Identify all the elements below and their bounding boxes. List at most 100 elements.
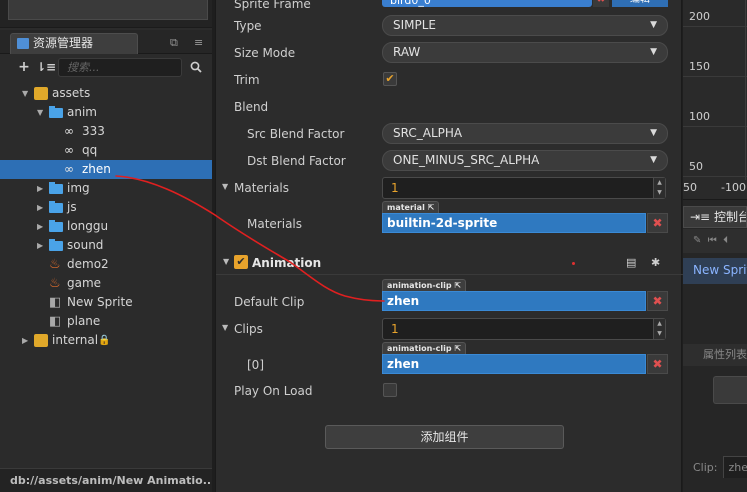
- tree-item-label: zhen: [82, 162, 111, 176]
- number-stepper-icon[interactable]: ▲ ▼: [653, 178, 665, 198]
- asset-search-input[interactable]: 搜索...: [58, 58, 182, 77]
- materials-count-label[interactable]: ▼ Materials: [222, 181, 289, 195]
- dst-blend-select[interactable]: ONE_MINUS_SRC_ALPHA ▼: [382, 150, 668, 171]
- grid-line: [683, 176, 747, 177]
- help-book-icon[interactable]: ▤: [626, 256, 636, 269]
- add-component-button[interactable]: 添加组件: [325, 425, 564, 449]
- trim-checkbox[interactable]: ✔: [383, 72, 397, 86]
- tree-item[interactable]: ∞ 333: [0, 122, 212, 141]
- assets-tab[interactable]: 资源管理器: [10, 33, 138, 54]
- animation-enabled-checkbox[interactable]: ✔: [234, 255, 248, 269]
- materials-count-input[interactable]: 1 ▲ ▼: [382, 177, 666, 199]
- number-stepper-icon[interactable]: ▲ ▼: [653, 319, 665, 339]
- tree-item[interactable]: ▶ img: [0, 179, 212, 198]
- selected-node-item[interactable]: New Sprite: [683, 258, 747, 284]
- tree-item[interactable]: ♨ game: [0, 274, 212, 293]
- play-on-load-checkbox[interactable]: [383, 383, 397, 397]
- folder-icon: [49, 239, 63, 251]
- tree-item[interactable]: ∞ zhen: [0, 160, 212, 179]
- folder-icon: [49, 220, 63, 232]
- close-icon[interactable]: ✖: [647, 291, 668, 311]
- tree-item[interactable]: ◧ New Sprite: [0, 293, 212, 312]
- clip-0-value[interactable]: zhen: [382, 354, 646, 374]
- animation-clip-icon: ∞: [64, 124, 74, 138]
- tree-item[interactable]: ♨ demo2: [0, 255, 212, 274]
- clip-select-row: Clip: zhe: [683, 456, 747, 478]
- animation-clip-tag-label: animation-clip: [387, 281, 452, 290]
- chevron-down-icon: ▼: [650, 47, 657, 57]
- db-folder-icon: [34, 334, 48, 347]
- material-value[interactable]: builtin-2d-sprite: [382, 213, 646, 233]
- asset-path-status: db://assets/anim/New Animatio...: [0, 468, 212, 492]
- material-asset-field[interactable]: material ⇱ builtin-2d-sprite ✖: [382, 201, 668, 235]
- collapse-arrow-icon[interactable]: ▼: [223, 257, 229, 266]
- default-clip-field[interactable]: animation-clip ⇱ zhen ✖: [382, 279, 668, 313]
- db-folder-icon: [34, 87, 48, 100]
- assets-tab-bar: 资源管理器 ⧉ ≡: [0, 30, 212, 54]
- tree-item[interactable]: ▼ assets: [0, 84, 212, 103]
- gear-icon[interactable]: ✱: [651, 256, 660, 269]
- close-icon[interactable]: ✖: [647, 354, 668, 374]
- tree-item[interactable]: ▶ internal 🔒: [0, 331, 212, 350]
- play-on-load-label: Play On Load: [234, 384, 313, 398]
- graph-x-label: -100: [721, 181, 746, 194]
- sort-icon[interactable]: ⇂≡: [36, 60, 56, 74]
- popout-icon[interactable]: ⧉: [170, 36, 178, 50]
- expanded-arrow-icon[interactable]: ▼: [22, 84, 32, 103]
- prev-frame-icon[interactable]: ⏴: [723, 235, 728, 246]
- tree-item[interactable]: ▶ js: [0, 198, 212, 217]
- inspector-panel: bird0_0 ✖ 编辑 Sprite Frame Type SIMPLE ▼ …: [215, 0, 683, 492]
- first-frame-icon[interactable]: ⏮: [708, 235, 717, 246]
- clips-count-value: 1: [391, 322, 399, 336]
- sprite-frame-row: Sprite Frame: [216, 0, 683, 15]
- collapsed-arrow-icon[interactable]: ▶: [37, 217, 47, 236]
- collapsed-arrow-icon[interactable]: ▶: [37, 179, 47, 198]
- chevron-down-icon: ▼: [650, 128, 657, 138]
- size-mode-select[interactable]: RAW ▼: [382, 42, 668, 63]
- open-asset-icon: ⇱: [454, 344, 462, 353]
- tree-item[interactable]: ∞ qq: [0, 141, 212, 160]
- animation-clip-tag[interactable]: animation-clip ⇱: [382, 342, 467, 354]
- console-toolbar: ✎ ⏮ ⏴: [683, 229, 747, 253]
- default-clip-value[interactable]: zhen: [382, 291, 646, 311]
- search-icon[interactable]: [190, 61, 202, 73]
- src-blend-select[interactable]: SRC_ALPHA ▼: [382, 123, 668, 144]
- add-asset-button[interactable]: +: [16, 59, 32, 75]
- tree-item[interactable]: ▶ sound: [0, 236, 212, 255]
- curve-graph[interactable]: 200 150 100 50 50 -100: [683, 0, 747, 200]
- console-tab[interactable]: ⇥≡ 控制台: [683, 206, 747, 228]
- default-clip-row: Default Clip animation-clip ⇱ zhen ✖: [216, 279, 683, 313]
- prefab-cube-icon: ◧: [49, 295, 62, 310]
- animation-clip-tag[interactable]: animation-clip ⇱: [382, 279, 467, 291]
- clip-select[interactable]: zhe: [723, 456, 747, 478]
- size-mode-row: Size Mode RAW ▼: [216, 42, 683, 64]
- close-icon[interactable]: ✖: [647, 213, 668, 233]
- menu-icon[interactable]: ≡: [194, 36, 203, 49]
- property-box[interactable]: [713, 376, 747, 404]
- assets-toolbar: + ⇂≡ 搜索...: [0, 55, 212, 81]
- tree-item-label: plane: [67, 314, 101, 328]
- blend-label: Blend: [234, 100, 269, 114]
- collapsed-arrow-icon[interactable]: ▶: [22, 331, 32, 350]
- clip-0-field[interactable]: animation-clip ⇱ zhen ✖: [382, 342, 668, 376]
- collapsed-arrow-icon[interactable]: ▶: [37, 198, 47, 217]
- assets-tab-icon: [17, 38, 29, 49]
- graph-y-label: 50: [689, 160, 703, 173]
- expanded-arrow-icon[interactable]: ▼: [37, 103, 47, 122]
- tree-item[interactable]: ◧ plane: [0, 312, 212, 331]
- tree-item-label: js: [67, 200, 77, 214]
- graph-y-label: 200: [689, 10, 710, 23]
- animation-component-header[interactable]: ▼ ✔ Animation ▤ ✱: [216, 251, 683, 275]
- tree-item[interactable]: ▶ longgu: [0, 217, 212, 236]
- edit-icon[interactable]: ✎: [693, 235, 701, 246]
- collapsed-arrow-icon[interactable]: ▶: [37, 236, 47, 255]
- tree-item[interactable]: ▼ anim: [0, 103, 212, 122]
- clips-label[interactable]: ▼ Clips: [222, 322, 263, 336]
- assets-top-panel: [8, 0, 208, 20]
- src-blend-row: Src Blend Factor SRC_ALPHA ▼: [216, 123, 683, 145]
- clips-count-input[interactable]: 1 ▲ ▼: [382, 318, 666, 340]
- trim-label: Trim: [234, 73, 260, 87]
- type-select[interactable]: SIMPLE ▼: [382, 15, 668, 36]
- sprite-frame-label: Sprite Frame: [234, 0, 311, 11]
- material-tag[interactable]: material ⇱: [382, 201, 440, 213]
